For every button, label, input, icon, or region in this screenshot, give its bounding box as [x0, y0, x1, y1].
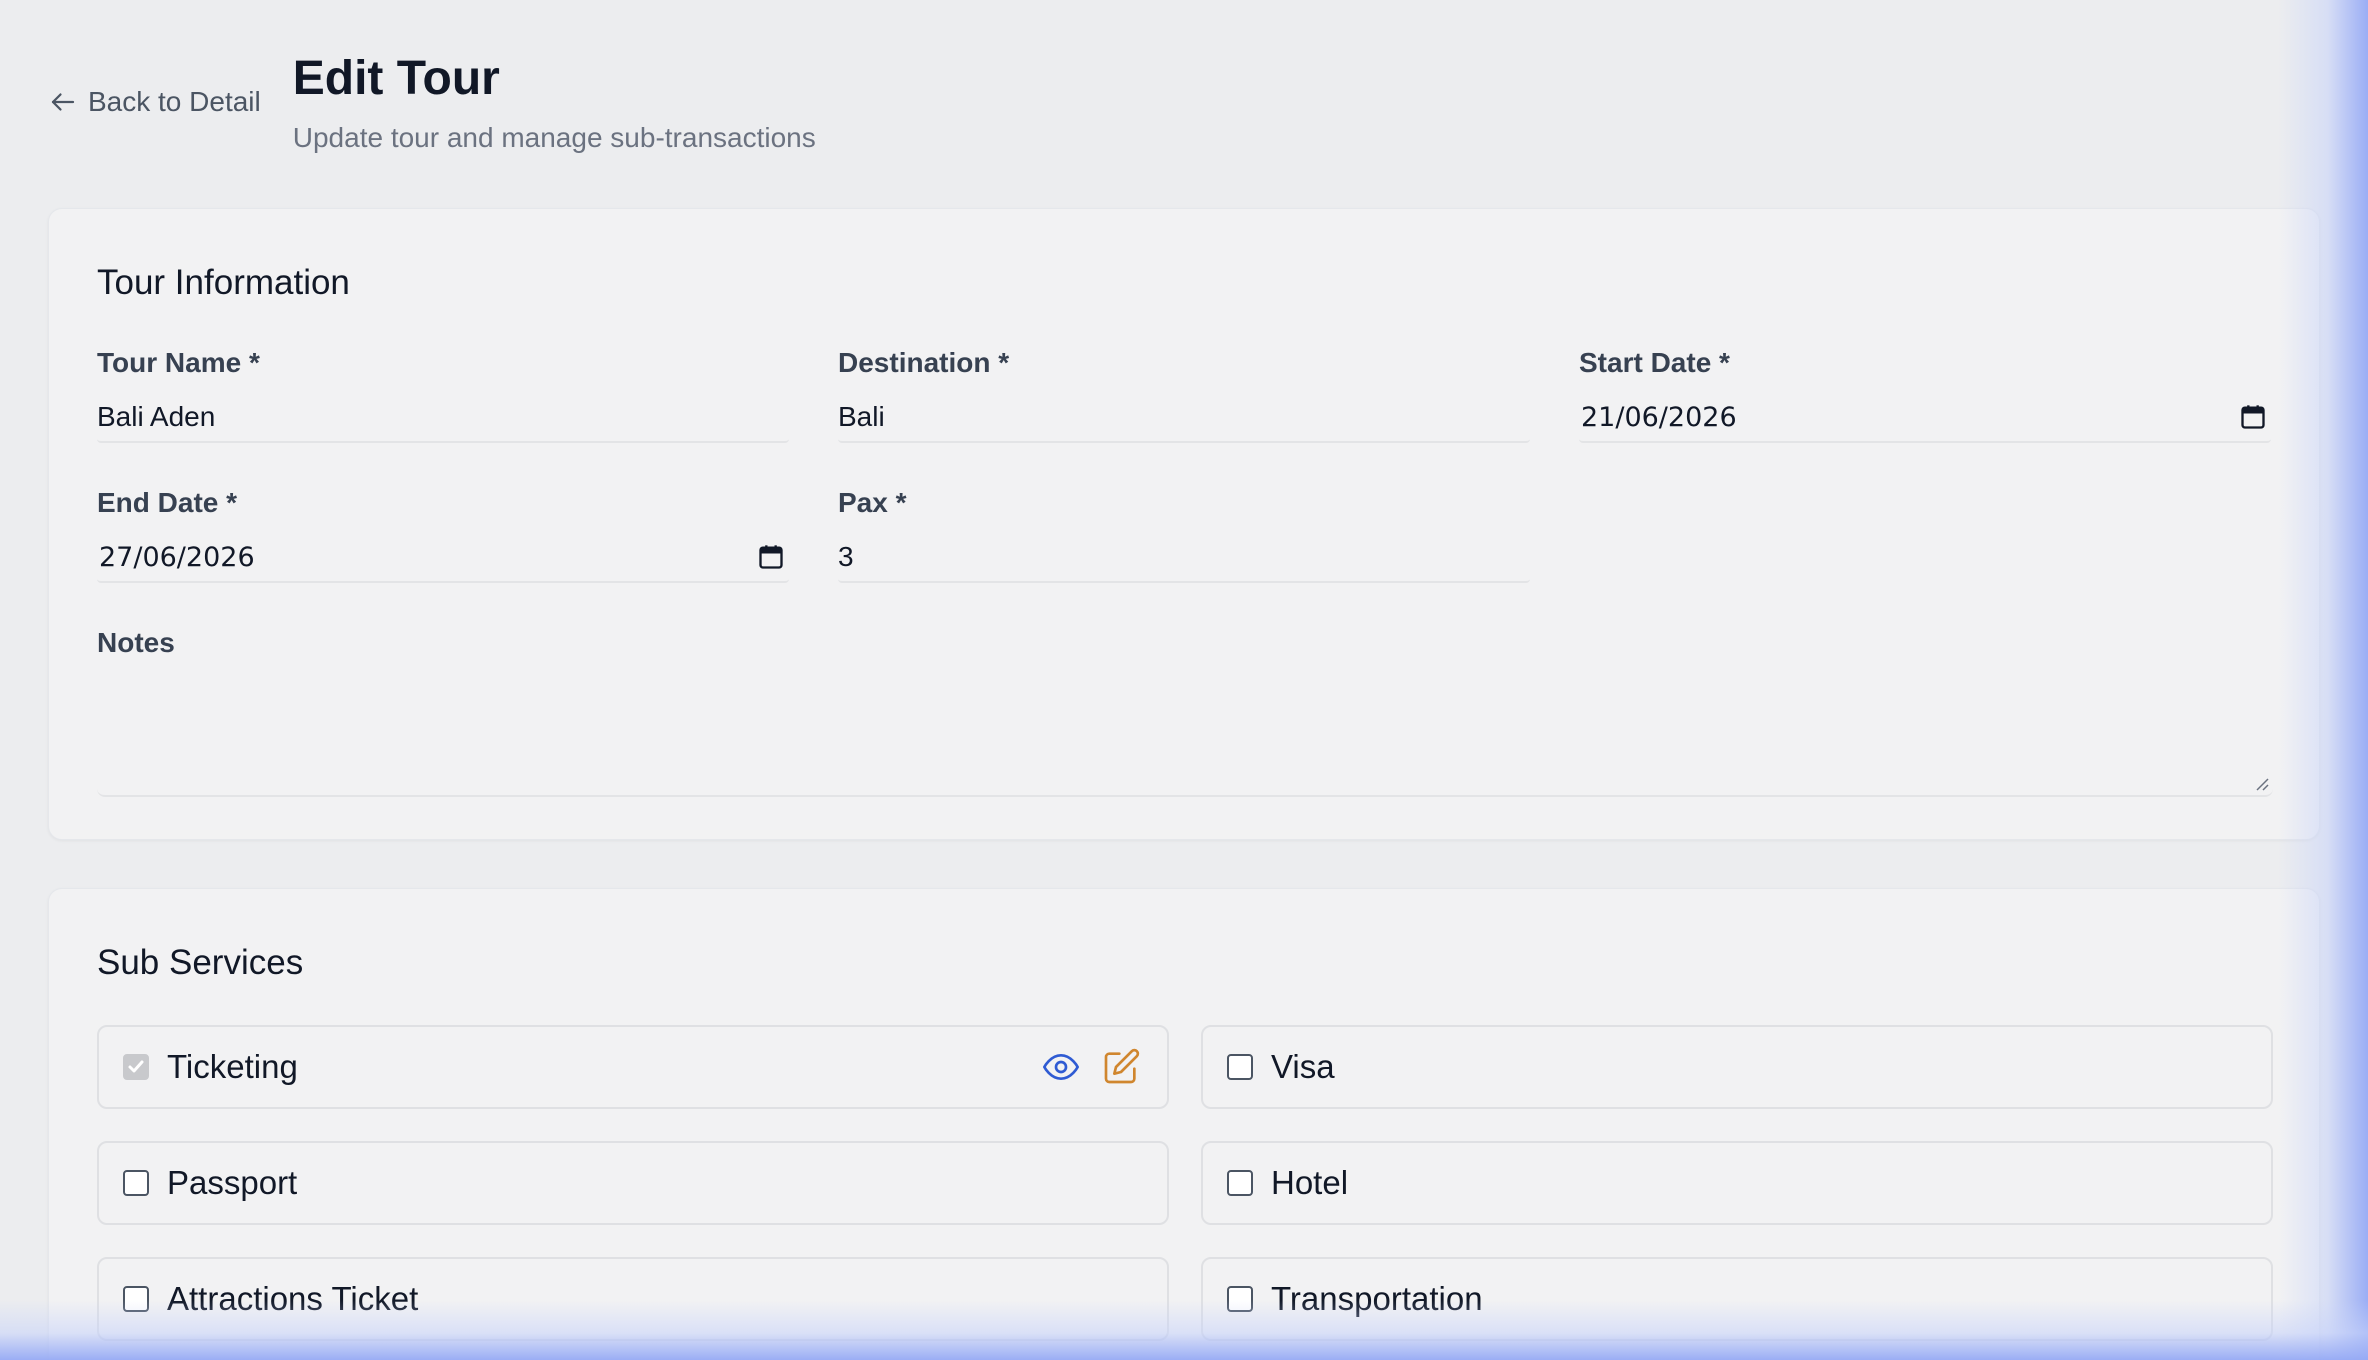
destination-value: Bali — [838, 401, 885, 432]
service-actions — [1041, 1047, 1141, 1087]
visa-checkbox[interactable] — [1227, 1054, 1253, 1080]
end-date-label: End Date * — [97, 487, 238, 518]
calendar-icon[interactable] — [757, 543, 785, 571]
service-label: Visa — [1271, 1048, 1335, 1085]
title-block: Edit Tour Update tour and manage sub-tra… — [293, 50, 816, 154]
service-label: Hotel — [1271, 1164, 1349, 1201]
pax-label: Pax * — [838, 487, 907, 518]
service-item-ticketing[interactable]: Ticketing — [97, 1025, 1169, 1109]
transportation-checkbox[interactable] — [1227, 1286, 1253, 1312]
resize-handle-icon[interactable] — [2253, 775, 2269, 791]
arrow-left-icon — [51, 93, 75, 111]
tour-information-title: Tour Information — [97, 263, 350, 302]
ticketing-checkbox[interactable] — [123, 1054, 149, 1080]
page: Back to Detail Edit Tour Update tour and… — [0, 0, 2368, 1360]
page-header: Back to Detail Edit Tour Update tour and… — [48, 50, 816, 154]
tour-name-value: Bali Aden — [97, 401, 216, 432]
end-date-value: 27/06/2026 — [99, 541, 255, 573]
end-date-field: End Date * 27/06/2026 — [97, 487, 789, 583]
start-date-input[interactable]: 21/06/2026 — [1579, 393, 2271, 443]
passport-checkbox[interactable] — [123, 1170, 149, 1196]
check-icon — [128, 1060, 144, 1073]
hotel-checkbox[interactable] — [1227, 1170, 1253, 1196]
calendar-icon[interactable] — [2239, 403, 2267, 431]
destination-field: Destination * Bali — [838, 347, 1530, 443]
notes-textarea[interactable] — [97, 673, 2273, 797]
service-item-transportation[interactable]: Transportation — [1201, 1257, 2273, 1341]
end-date-input[interactable]: 27/06/2026 — [97, 533, 789, 583]
attractions-ticket-checkbox[interactable] — [123, 1286, 149, 1312]
tour-information-card: Tour Information Tour Name * Bali Aden D… — [48, 208, 2320, 840]
page-subtitle: Update tour and manage sub-transactions — [292, 121, 816, 153]
service-item-attractions-ticket[interactable]: Attractions Ticket — [97, 1257, 1169, 1341]
tour-name-label: Tour Name * — [97, 347, 260, 378]
destination-input[interactable]: Bali — [838, 393, 1530, 443]
service-label: Transportation — [1271, 1280, 1483, 1317]
service-label: Ticketing — [167, 1048, 298, 1085]
back-link-label: Back to Detail — [88, 86, 261, 117]
destination-label: Destination * — [838, 347, 1010, 378]
service-item-passport[interactable]: Passport — [97, 1141, 1169, 1225]
pax-field: Pax * 3 — [838, 487, 1530, 583]
notes-label: Notes — [97, 627, 175, 658]
service-item-visa[interactable]: Visa — [1201, 1025, 2273, 1109]
sub-services-title: Sub Services — [97, 943, 304, 982]
start-date-label: Start Date * — [1579, 347, 1730, 378]
tour-name-field: Tour Name * Bali Aden — [97, 347, 789, 443]
start-date-value: 21/06/2026 — [1581, 401, 1737, 433]
page-title: Edit Tour — [292, 52, 500, 105]
pax-value: 3 — [838, 541, 854, 572]
pax-input[interactable]: 3 — [838, 533, 1530, 583]
edit-icon[interactable] — [1101, 1047, 1141, 1087]
start-date-field: Start Date * 21/06/2026 — [1579, 347, 2271, 443]
service-item-hotel[interactable]: Hotel — [1201, 1141, 2273, 1225]
back-to-detail-link[interactable]: Back to Detail — [48, 86, 261, 118]
service-label: Attractions Ticket — [167, 1280, 419, 1317]
tour-name-input[interactable]: Bali Aden — [97, 393, 789, 443]
eye-icon[interactable] — [1041, 1047, 1081, 1087]
sub-services-card: Sub Services Ticketing Visa Passport Hot… — [48, 888, 2320, 1360]
service-label: Passport — [167, 1164, 298, 1201]
